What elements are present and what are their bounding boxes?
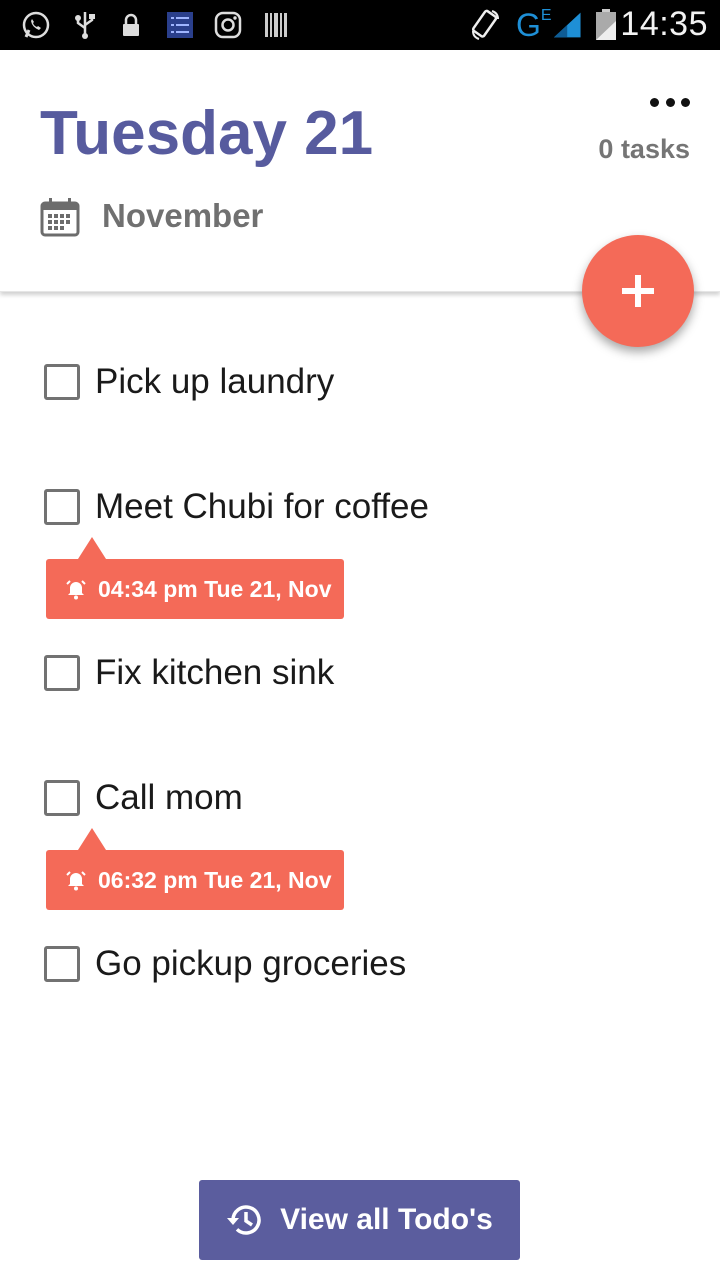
whatsapp-icon [20, 9, 52, 41]
calendar-icon[interactable] [40, 197, 80, 237]
alarm-icon [66, 580, 86, 600]
view-all-label: View all Todo's [280, 1203, 493, 1236]
page-title: Tuesday 21 [40, 99, 374, 168]
month-label: November [102, 197, 264, 234]
task-label: Meet Chubi for coffee [95, 487, 429, 526]
task-checkbox[interactable] [44, 946, 80, 982]
battery-icon [594, 9, 618, 41]
task-label: Go pickup groceries [95, 944, 407, 983]
task-checkbox[interactable] [44, 489, 80, 525]
task-app-icon [166, 9, 194, 41]
status-bar: G E 14:35 [0, 0, 720, 50]
add-task-button[interactable] [582, 235, 694, 347]
task-checkbox[interactable] [44, 364, 80, 400]
lock-icon [120, 9, 142, 41]
task-item[interactable]: Go pickup groceries [44, 944, 406, 984]
task-count: 0 tasks [598, 134, 690, 164]
task-item[interactable]: Pick up laundry [44, 362, 334, 402]
task-item[interactable]: Fix kitchen sink [44, 653, 334, 693]
task-label: Call mom [95, 778, 243, 817]
instagram-icon [214, 9, 242, 41]
network-type-label: G [516, 6, 541, 43]
task-label: Fix kitchen sink [95, 653, 335, 692]
task-label: Pick up laundry [95, 362, 335, 401]
task-item[interactable]: Call mom [44, 778, 243, 818]
alarm-icon [66, 871, 86, 891]
overflow-menu-icon[interactable] [650, 96, 690, 108]
network-sub-label: E [540, 7, 552, 24]
task-item[interactable]: Meet Chubi for coffee [44, 487, 429, 527]
reminder-badge[interactable]: 04:34 pm Tue 21, Nov [46, 537, 344, 619]
reminder-badge[interactable]: 06:32 pm Tue 21, Nov [46, 828, 344, 910]
reminder-text: 06:32 pm Tue 21, Nov [98, 866, 332, 893]
usb-icon [72, 9, 98, 41]
history-icon [227, 1205, 261, 1235]
status-time: 14:35 [620, 5, 708, 43]
task-checkbox[interactable] [44, 655, 80, 691]
reminder-text: 04:34 pm Tue 21, Nov [98, 575, 332, 602]
rotate-icon [470, 9, 502, 41]
signal-icon: G E [516, 6, 582, 43]
barcode-icon [264, 9, 288, 41]
view-all-todos-button[interactable]: View all Todo's [199, 1180, 520, 1260]
plus-icon [622, 275, 654, 307]
task-checkbox[interactable] [44, 780, 80, 816]
